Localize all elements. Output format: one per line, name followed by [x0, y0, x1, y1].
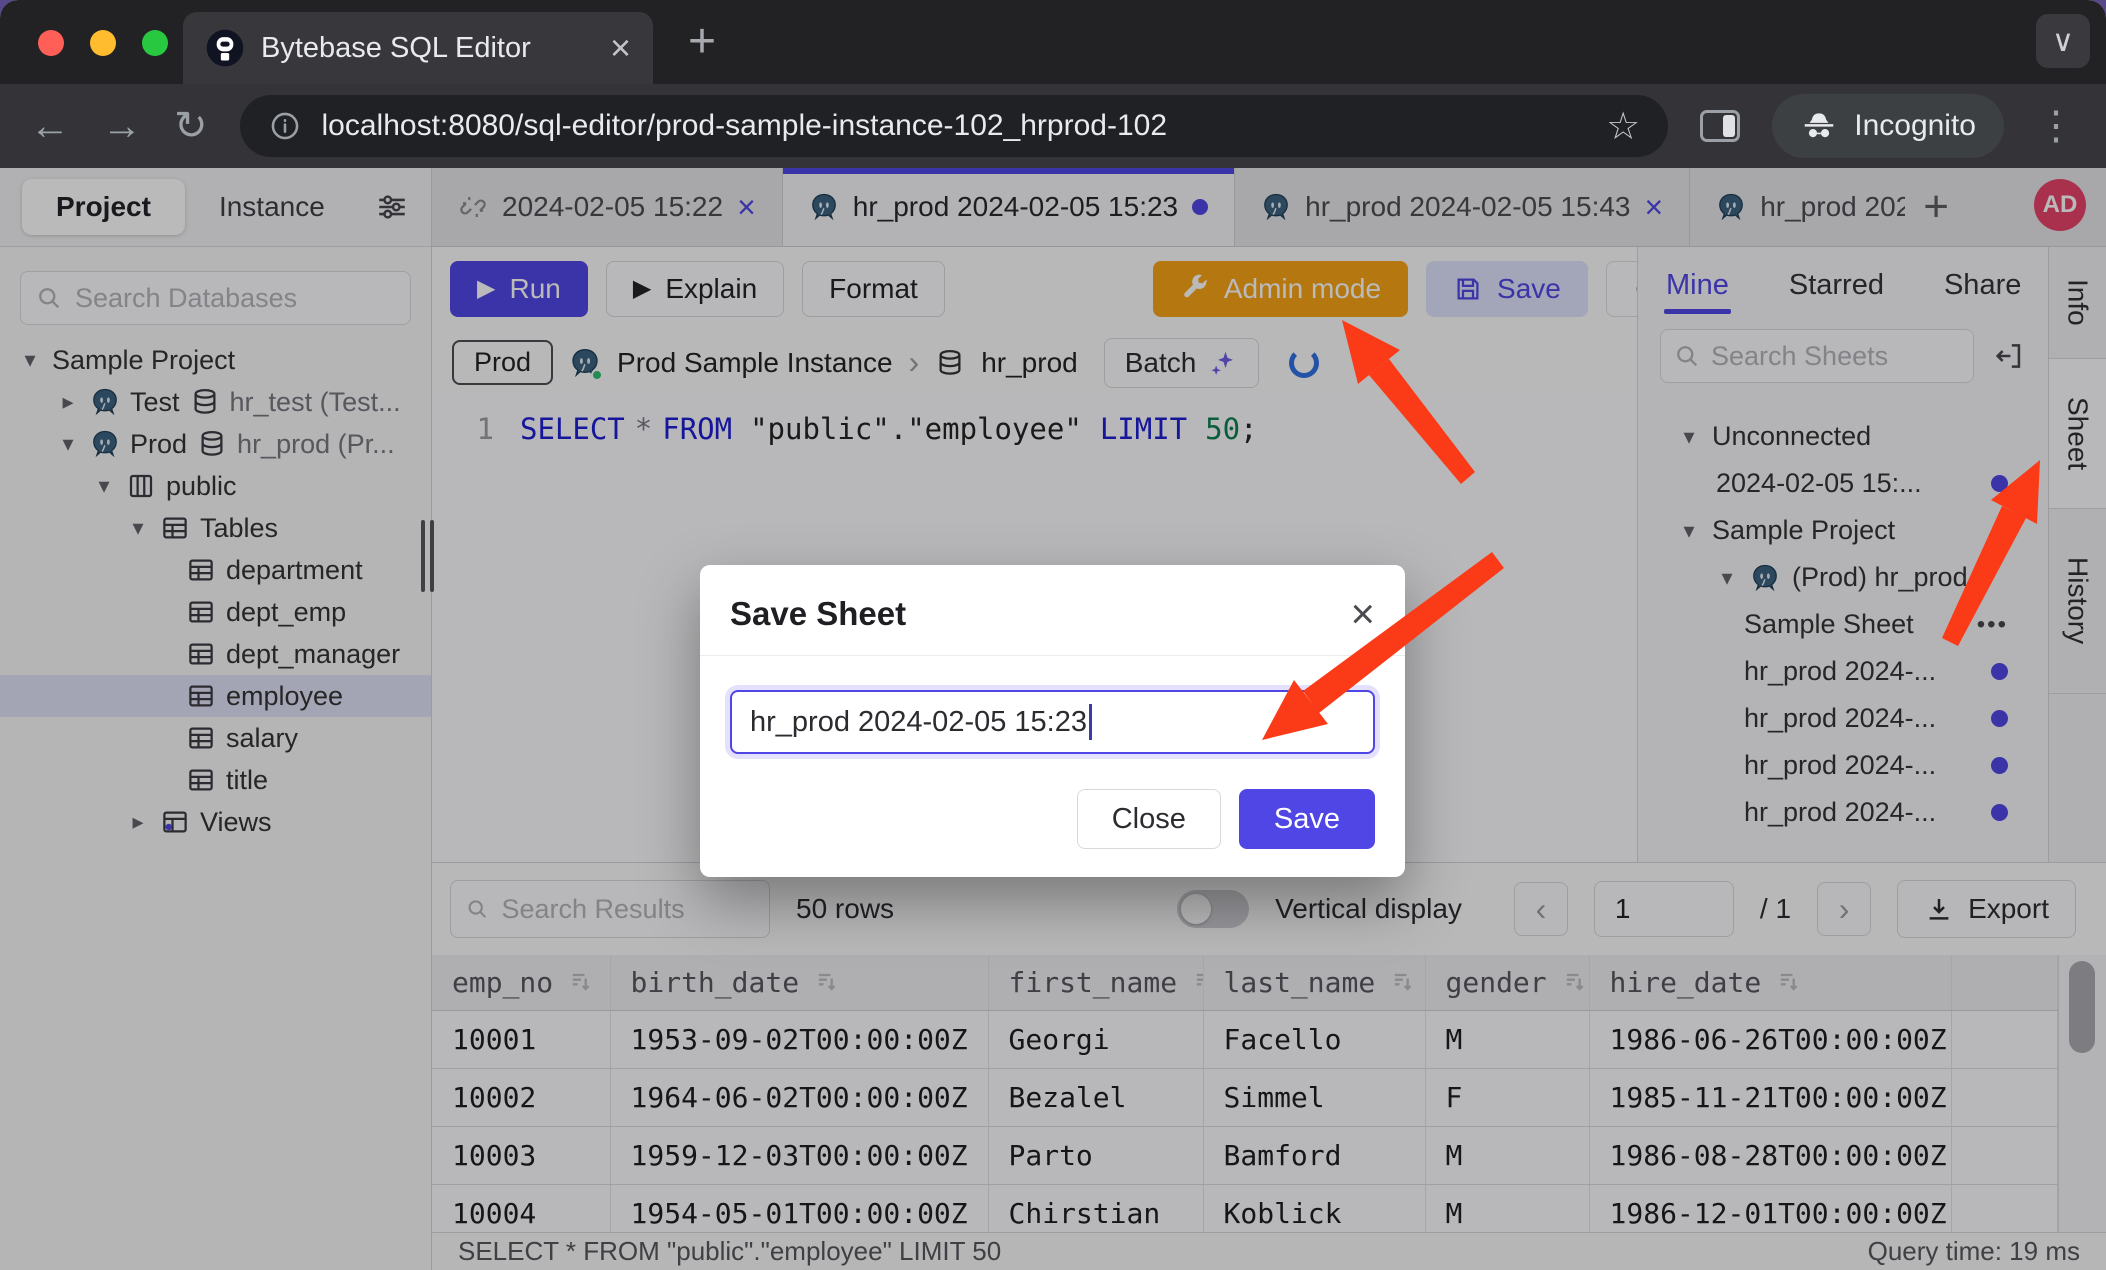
dialog-header: Save Sheet × [730, 593, 1375, 635]
text-caret [1089, 704, 1092, 740]
browser-menu-icon[interactable]: ⋮ [2036, 106, 2076, 146]
browser-tab-close-icon[interactable]: × [610, 30, 631, 66]
screenshot-root: Bytebase SQL Editor × + ∨ ← → ↻ localhos… [0, 0, 2106, 1270]
new-tab-button[interactable]: + [688, 18, 716, 66]
sheet-name-value: hr_prod 2024-02-05 15:23 [750, 706, 1087, 739]
save-sheet-dialog: Save Sheet × hr_prod 2024-02-05 15:23 Cl… [700, 565, 1405, 877]
site-info-icon[interactable] [268, 109, 302, 143]
dialog-save-button[interactable]: Save [1239, 789, 1375, 849]
window-zoom-button[interactable] [142, 30, 168, 56]
bytebase-favicon-icon [205, 28, 245, 68]
browser-tab-strip: Bytebase SQL Editor × + ∨ [0, 0, 2106, 84]
dialog-close-icon[interactable]: × [1350, 593, 1375, 635]
browser-toolbar: ← → ↻ localhost:8080/sql-editor/prod-sam… [0, 84, 2106, 168]
side-panel-icon[interactable] [1700, 110, 1740, 142]
url-text: localhost:8080/sql-editor/prod-sample-in… [322, 109, 1587, 143]
dialog-actions: Close Save [730, 789, 1375, 849]
dialog-divider [700, 655, 1405, 656]
window-minimize-button[interactable] [90, 30, 116, 56]
browser-tab[interactable]: Bytebase SQL Editor × [183, 12, 653, 84]
close-button[interactable]: Close [1077, 789, 1221, 849]
window-close-button[interactable] [38, 30, 64, 56]
browser-tab-title: Bytebase SQL Editor [261, 32, 594, 65]
browser-window: Bytebase SQL Editor × + ∨ ← → ↻ localhos… [0, 0, 2106, 1270]
dialog-title: Save Sheet [730, 595, 906, 633]
incognito-icon [1800, 107, 1838, 145]
incognito-label: Incognito [1854, 109, 1976, 143]
back-button[interactable]: ← [30, 106, 70, 146]
tab-search-chevron-button[interactable]: ∨ [2036, 14, 2090, 68]
reload-button[interactable]: ↻ [174, 106, 208, 146]
address-bar[interactable]: localhost:8080/sql-editor/prod-sample-in… [240, 95, 1669, 157]
forward-button[interactable]: → [102, 106, 142, 146]
incognito-badge: Incognito [1772, 94, 2004, 158]
sheet-name-input[interactable]: hr_prod 2024-02-05 15:23 [730, 690, 1375, 754]
bookmark-star-icon[interactable]: ☆ [1606, 104, 1640, 149]
window-controls [38, 30, 168, 56]
